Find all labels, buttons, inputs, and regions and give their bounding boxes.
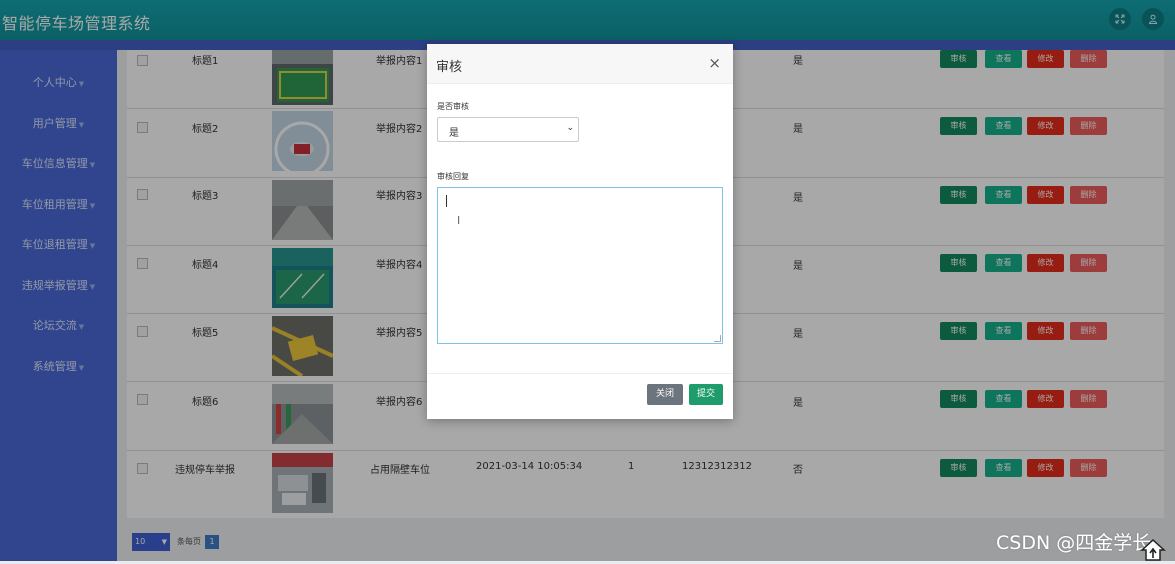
audit-reply-textarea[interactable]: I (437, 187, 723, 344)
dialog-footer-divider (427, 373, 733, 374)
submit-button[interactable]: 提交 (689, 384, 723, 405)
close-icon[interactable]: × (708, 54, 721, 72)
watermark: CSDN @四金学长 (996, 532, 1152, 554)
audit-status-select[interactable]: 是 ⌄ (437, 117, 579, 142)
dialog-title: 审核 (436, 60, 463, 75)
ibeam-cursor-icon: I (457, 214, 461, 227)
audit-dialog: 审核 × 是否审核 是 ⌄ 审核回复 I 关闭 提交 (427, 44, 733, 419)
dialog-header: 审核 × (427, 44, 733, 84)
resize-handle-icon[interactable] (714, 335, 721, 342)
close-button[interactable]: 关闭 (647, 384, 683, 405)
audit-status-value: 是 (449, 128, 459, 139)
home-icon[interactable] (1139, 538, 1167, 561)
audit-reply-label: 审核回复 (437, 172, 469, 181)
audit-status-label: 是否审核 (437, 102, 469, 111)
text-cursor (446, 195, 447, 207)
chevron-down-icon: ⌄ (566, 123, 574, 133)
